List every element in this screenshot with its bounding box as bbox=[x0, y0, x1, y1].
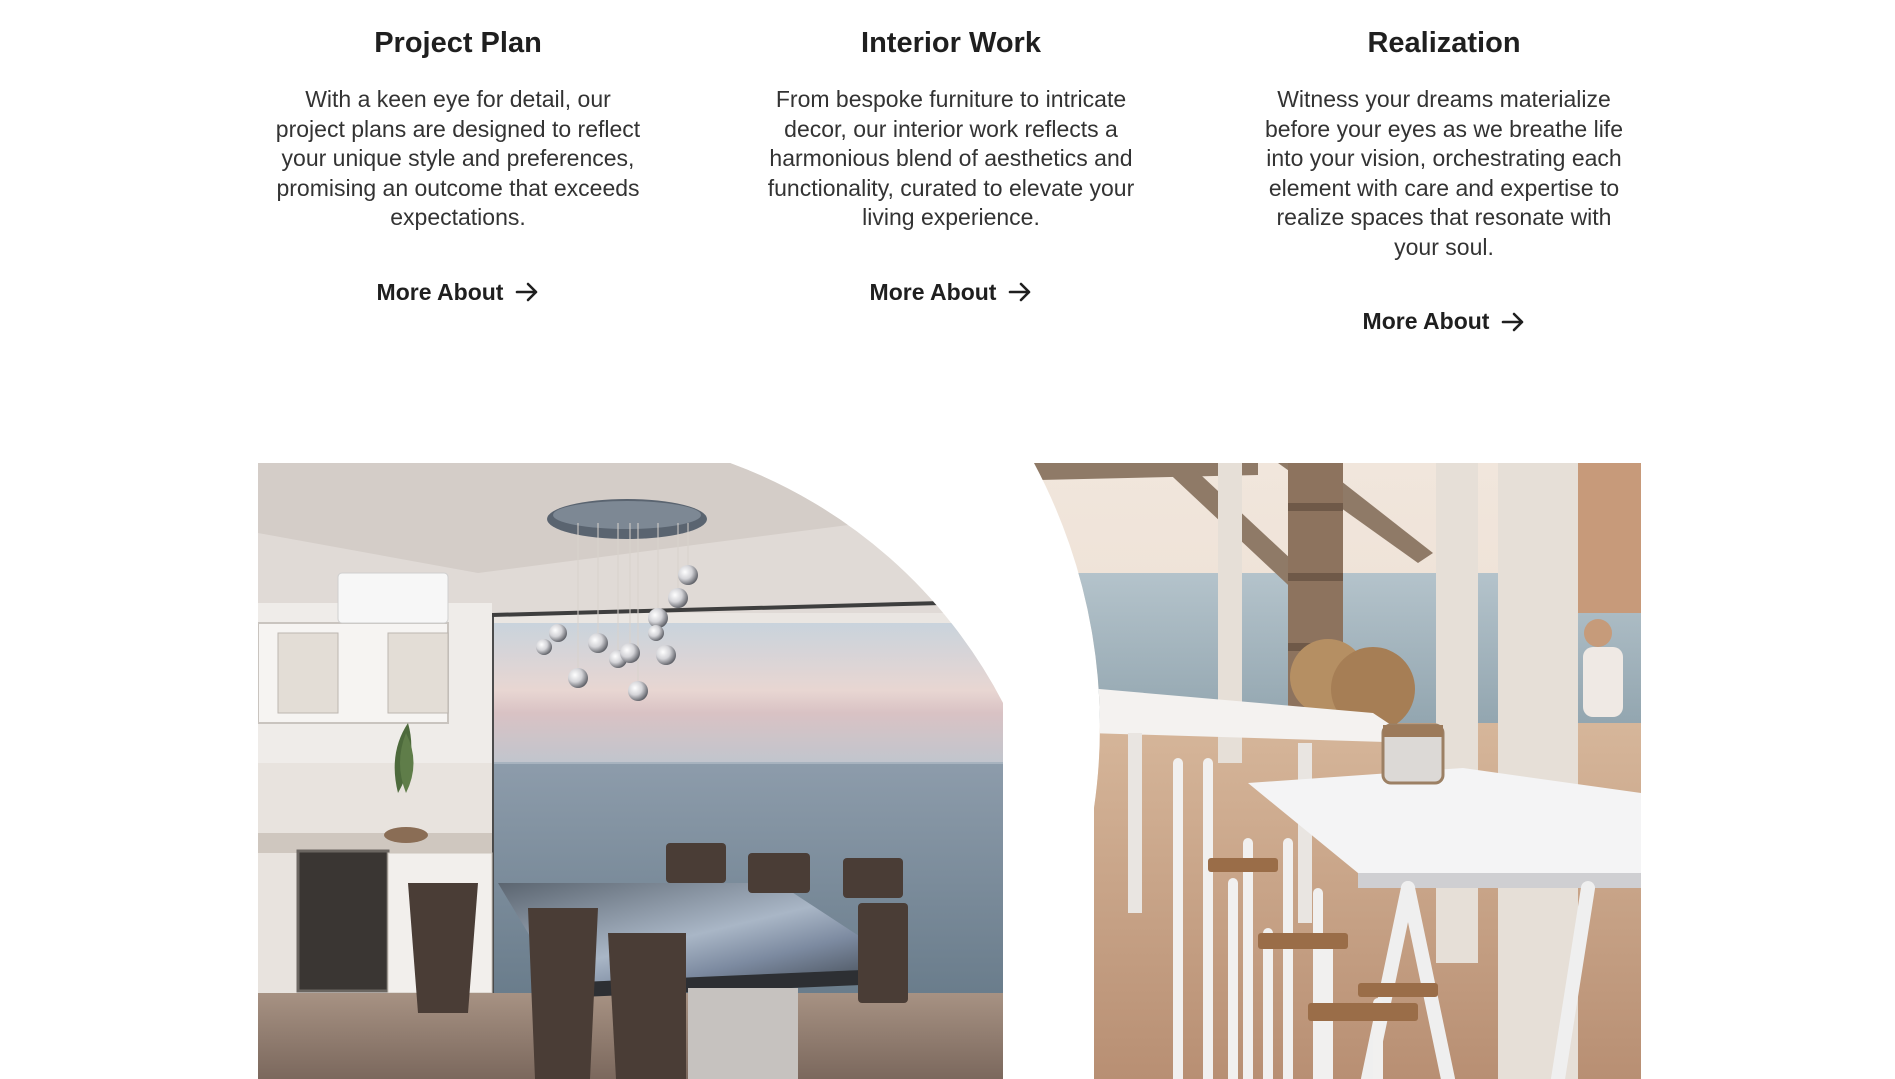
feature-description: Witness your dreams materialize before y… bbox=[1265, 86, 1623, 260]
arrow-right-icon bbox=[515, 282, 539, 302]
more-about-link[interactable]: More About bbox=[377, 279, 540, 306]
more-about-label: More About bbox=[1362, 308, 1490, 334]
feature-title: Realization bbox=[1367, 27, 1521, 59]
arrow-right-icon bbox=[1008, 282, 1032, 302]
feature-description: From bespoke furniture to intricate deco… bbox=[767, 86, 1135, 230]
seaside-terrace-tables-photo bbox=[1034, 463, 1641, 1079]
feature-description: With a keen eye for detail, our project … bbox=[275, 86, 641, 230]
feature-interior-work: Interior Work From bespoke furniture to … bbox=[751, 0, 1151, 320]
dining-room-ocean-view-photo bbox=[258, 463, 1003, 1079]
gallery-section bbox=[258, 463, 1641, 1079]
arrow-right-icon bbox=[1501, 312, 1525, 332]
feature-realization: Realization Witness your dreams material… bbox=[1244, 0, 1644, 334]
feature-project-plan: Project Plan With a keen eye for detail,… bbox=[258, 0, 658, 320]
more-about-link[interactable]: More About bbox=[1363, 308, 1526, 335]
features-section: Project Plan With a keen eye for detail,… bbox=[258, 0, 1644, 334]
more-about-link[interactable]: More About bbox=[870, 279, 1033, 306]
feature-title: Interior Work bbox=[861, 27, 1041, 59]
more-about-label: More About bbox=[376, 278, 504, 305]
feature-title: Project Plan bbox=[374, 27, 542, 59]
more-about-label: More About bbox=[869, 278, 997, 305]
